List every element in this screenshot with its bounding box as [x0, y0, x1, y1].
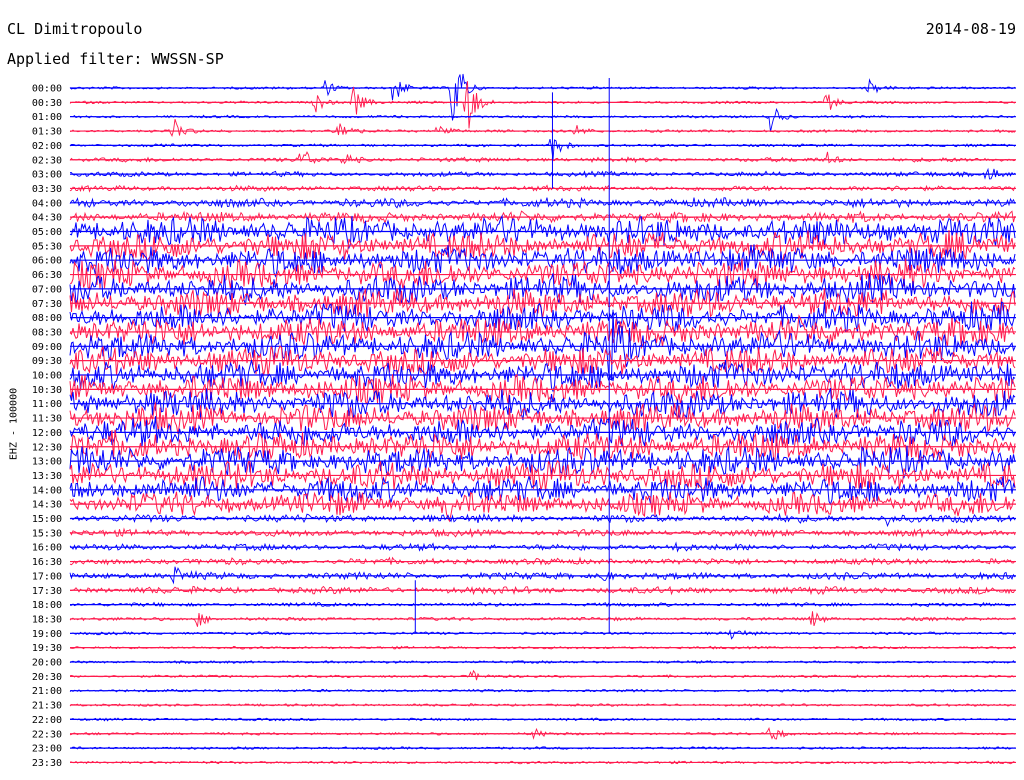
row-time-label: 23:30: [32, 758, 62, 769]
row-time-label: 00:30: [32, 98, 62, 109]
row-time-label: 12:00: [32, 428, 62, 439]
row-time-label: 16:30: [32, 557, 62, 568]
row-time-label: 03:00: [32, 170, 62, 181]
row-time-label: 00:00: [32, 84, 62, 95]
row-time-label: 10:00: [32, 371, 62, 382]
trace-row: [69, 138, 1016, 160]
row-time-label: 02:30: [32, 155, 62, 166]
trace-row: [69, 119, 1016, 137]
row-time-label: 14:30: [32, 500, 62, 511]
row-time-label: 17:30: [32, 586, 62, 597]
row-time-label: 04:00: [32, 198, 62, 209]
row-time-label: 18:30: [32, 614, 62, 625]
row-time-label: 04:30: [32, 213, 62, 224]
row-time-label: 19:30: [32, 643, 62, 654]
row-time-label: 09:00: [32, 342, 62, 353]
row-time-label: 16:00: [32, 543, 62, 554]
trace-row: [69, 151, 1016, 165]
row-time-label: 05:00: [32, 227, 62, 238]
row-time-label: 11:30: [32, 414, 62, 425]
row-time-label: 08:30: [32, 327, 62, 338]
row-time-label: 07:00: [32, 284, 62, 295]
row-time-label: 10:30: [32, 385, 62, 396]
row-time-label: 03:30: [32, 184, 62, 195]
row-time-label: 05:30: [32, 241, 62, 252]
row-time-label: 22:30: [32, 729, 62, 740]
row-time-label: 18:00: [32, 600, 62, 611]
row-time-label: 02:00: [32, 141, 62, 152]
trace-row: [69, 566, 1016, 585]
row-time-label: 06:00: [32, 256, 62, 267]
helicorder-plot: 00:00 00:30 01:00 01:30 02:00 02:30 03:00 03:30…: [32, 73, 1016, 769]
row-time-label: 13:30: [32, 471, 62, 482]
row-time-label: 12:30: [32, 442, 62, 453]
row-time-label: 08:00: [32, 313, 62, 324]
trace-row: [69, 629, 1016, 640]
row-time-label: 15:30: [32, 528, 62, 539]
trace-row: [69, 512, 1016, 528]
trace-row: [69, 73, 1016, 121]
row-time-label: 20:00: [32, 658, 62, 669]
row-time-label: 19:00: [32, 629, 62, 640]
row-time-label: 01:00: [32, 112, 62, 123]
row-time-label: 13:00: [32, 457, 62, 468]
row-time-label: 06:30: [32, 270, 62, 281]
row-time-label: 07:30: [32, 299, 62, 310]
row-time-label: 15:00: [32, 514, 62, 525]
row-time-label: 14:00: [32, 485, 62, 496]
row-time-label: 01:30: [32, 127, 62, 138]
row-time-label: 20:30: [32, 672, 62, 683]
row-time-label: 11:00: [32, 399, 62, 410]
trace-row: [70, 107, 1016, 132]
row-time-label: 23:00: [32, 744, 62, 755]
row-time-label: 21:30: [32, 701, 62, 712]
row-time-label: 09:30: [32, 356, 62, 367]
trace-row: [69, 669, 1016, 681]
row-time-label: 21:00: [32, 686, 62, 697]
row-time-label: 22:00: [32, 715, 62, 726]
row-time-label: 17:00: [32, 571, 62, 582]
